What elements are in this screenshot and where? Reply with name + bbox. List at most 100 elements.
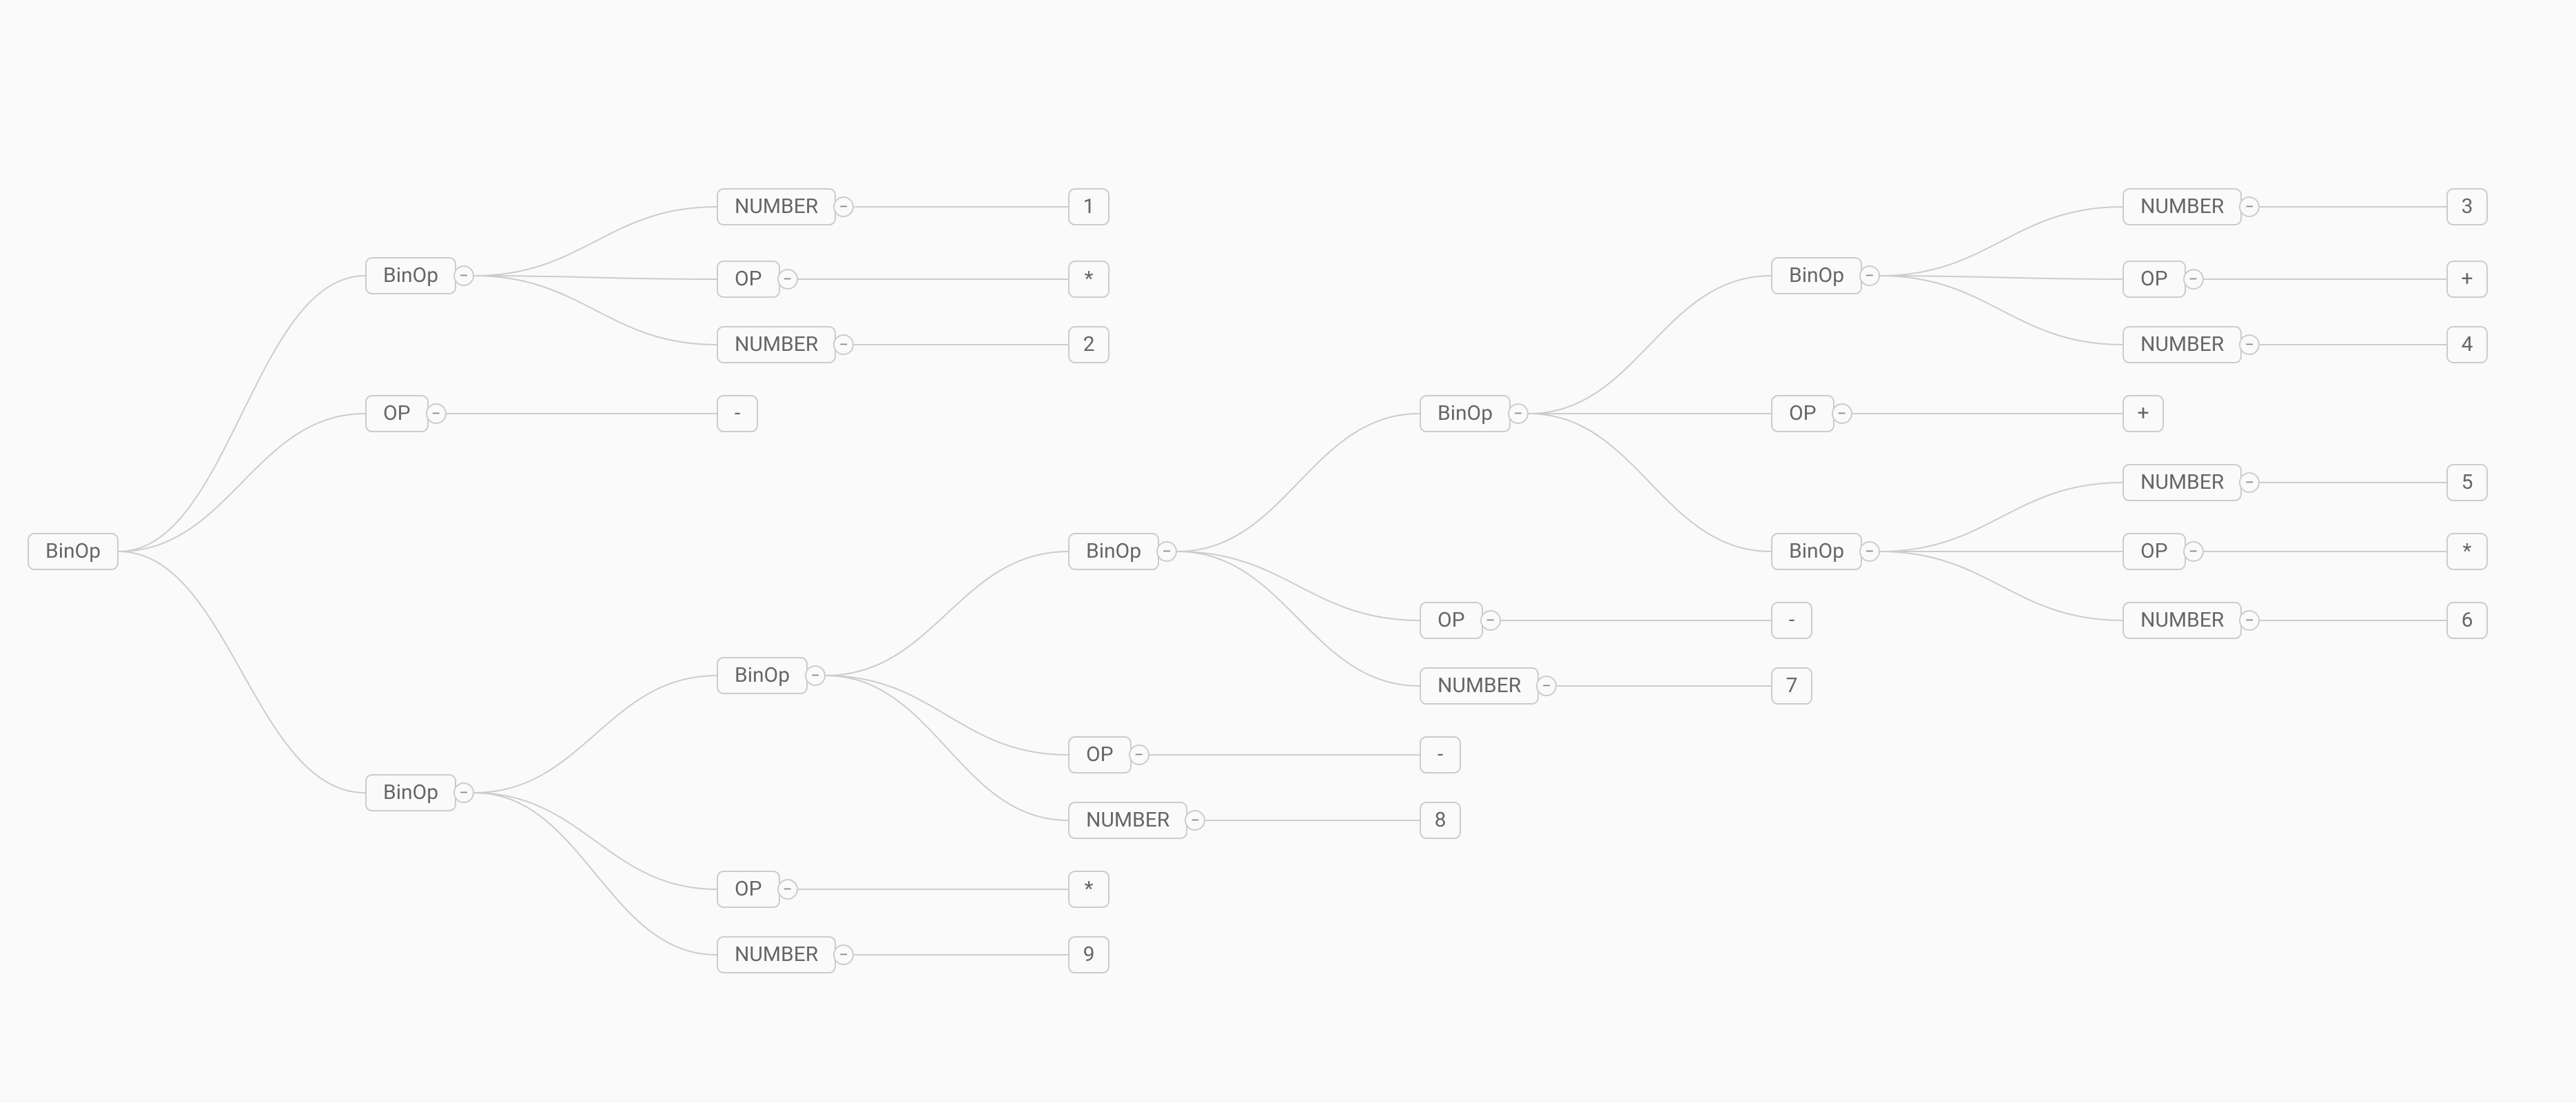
collapse-toggle-icon[interactable]: − — [833, 334, 854, 355]
collapse-toggle-icon[interactable]: − — [1832, 403, 1852, 424]
tree-node-opAB: OP− — [365, 395, 447, 432]
tree-node-label: OP — [1771, 395, 1834, 432]
tree-node-value: 5 — [2446, 464, 2488, 501]
collapse-toggle-icon[interactable]: − — [1129, 745, 1149, 765]
tree-node-value: 6 — [2446, 602, 2488, 639]
collapse-toggle-icon[interactable]: − — [1859, 541, 1880, 562]
tree-node-B1a1an: NUMBER− — [2123, 188, 2260, 225]
tree-node-value: + — [2123, 395, 2164, 432]
collapse-toggle-icon[interactable]: − — [2239, 334, 2260, 355]
tree-node-label: NUMBER — [2123, 326, 2242, 363]
collapse-toggle-icon[interactable]: − — [2183, 269, 2204, 290]
tree-node-label: OP — [2123, 261, 2186, 298]
tree-node-label: BinOp — [1771, 533, 1862, 570]
tree-node-B1a3v: 7 — [1771, 667, 1812, 705]
collapse-toggle-icon[interactable]: − — [833, 196, 854, 217]
tree-node-label: BinOp — [1420, 395, 1511, 432]
tree-node-B1cv: 8 — [1420, 802, 1461, 839]
tree-node-B1a2: OP− — [1420, 602, 1501, 639]
collapse-toggle-icon[interactable]: − — [426, 403, 447, 424]
collapse-toggle-icon[interactable]: − — [453, 782, 474, 803]
tree-node-B1a1cn: NUMBER− — [2123, 464, 2260, 501]
tree-node-B1a1co: OP− — [2123, 533, 2204, 570]
tree-node-B1a1cmv: 6 — [2446, 602, 2488, 639]
tree-node-B1a3: NUMBER− — [1420, 667, 1557, 705]
tree-node-label: NUMBER — [2123, 602, 2242, 639]
collapse-toggle-icon[interactable]: − — [1156, 541, 1177, 562]
tree-node-B1a1a: BinOp− — [1771, 257, 1880, 294]
collapse-toggle-icon[interactable]: − — [1480, 610, 1501, 631]
tree-node-B1a1amv: 4 — [2446, 326, 2488, 363]
tree-node-B1b: OP− — [1068, 736, 1149, 773]
collapse-toggle-icon[interactable]: − — [1508, 403, 1529, 424]
tree-node-B1a1b: OP− — [1771, 395, 1852, 432]
tree-node-B1bv: - — [1420, 736, 1461, 773]
tree-node-label: NUMBER — [2123, 464, 2242, 501]
tree-node-B1a1anv: 3 — [2446, 188, 2488, 225]
collapse-toggle-icon[interactable]: − — [777, 879, 798, 900]
tree-node-B3: NUMBER− — [717, 936, 854, 973]
tree-node-label: NUMBER — [717, 936, 836, 973]
tree-node-A1v: 1 — [1068, 188, 1110, 225]
collapse-toggle-icon[interactable]: − — [1859, 265, 1880, 286]
tree-node-label: BinOp — [1068, 533, 1159, 570]
collapse-toggle-icon[interactable]: − — [2239, 472, 2260, 493]
tree-node-label: NUMBER — [717, 188, 836, 225]
tree-node-B1a1cm: NUMBER− — [2123, 602, 2260, 639]
tree-node-B1a1cnv: 5 — [2446, 464, 2488, 501]
tree-node-label: BinOp — [365, 257, 456, 294]
tree-node-label: NUMBER — [1420, 667, 1539, 705]
tree-node-B1a1cov: * — [2446, 533, 2488, 570]
tree-node-value: - — [717, 395, 758, 432]
tree-node-B2v: * — [1068, 871, 1110, 908]
tree-node-B1a1c: BinOp− — [1771, 533, 1880, 570]
tree-node-label: OP — [1420, 602, 1483, 639]
collapse-toggle-icon[interactable]: − — [805, 665, 826, 686]
tree-node-label: BinOp — [365, 774, 456, 811]
tree-node-B1a1: BinOp− — [1420, 395, 1529, 432]
tree-node-value: + — [2446, 261, 2488, 298]
collapse-toggle-icon[interactable]: − — [2239, 196, 2260, 217]
tree-node-label: NUMBER — [1068, 802, 1187, 839]
tree-node-label: OP — [2123, 533, 2186, 570]
tree-node-label: OP — [365, 395, 429, 432]
tree-node-B2: OP− — [717, 871, 798, 908]
tree-node-B1a2v: - — [1771, 602, 1812, 639]
tree-node-value: 1 — [1068, 188, 1110, 225]
tree-node-value: - — [1771, 602, 1812, 639]
tree-node-B1c: NUMBER− — [1068, 802, 1205, 839]
tree-node-label: NUMBER — [717, 326, 836, 363]
tree-node-B1: BinOp− — [717, 657, 826, 694]
tree-node-label: BinOp — [717, 657, 808, 694]
tree-node-A3v: 2 — [1068, 326, 1110, 363]
tree-node-label: OP — [1068, 736, 1132, 773]
tree-node-value: 4 — [2446, 326, 2488, 363]
tree-node-value: - — [1420, 736, 1461, 773]
tree-node-B1a1bv: + — [2123, 395, 2164, 432]
tree-node-label: BinOp — [28, 533, 119, 570]
tree-node-label: BinOp — [1771, 257, 1862, 294]
tree-node-value: 8 — [1420, 802, 1461, 839]
collapse-toggle-icon[interactable]: − — [833, 944, 854, 965]
tree-node-B1a: BinOp− — [1068, 533, 1177, 570]
tree-node-A2: OP− — [717, 261, 798, 298]
tree-node-value: 2 — [1068, 326, 1110, 363]
tree-node-label: OP — [717, 261, 780, 298]
tree-node-B3v: 9 — [1068, 936, 1110, 973]
tree-node-value: 9 — [1068, 936, 1110, 973]
tree-node-value: 7 — [1771, 667, 1812, 705]
collapse-toggle-icon[interactable]: − — [2239, 610, 2260, 631]
collapse-toggle-icon[interactable]: − — [453, 265, 474, 286]
tree-node-A2v: * — [1068, 261, 1110, 298]
collapse-toggle-icon[interactable]: − — [2183, 541, 2204, 562]
tree-node-root: BinOp — [28, 533, 119, 570]
tree-node-B: BinOp− — [365, 774, 474, 811]
tree-node-B1a1am: NUMBER− — [2123, 326, 2260, 363]
tree-node-B1a1ao: OP− — [2123, 261, 2204, 298]
collapse-toggle-icon[interactable]: − — [1536, 676, 1557, 696]
collapse-toggle-icon[interactable]: − — [777, 269, 798, 290]
tree-node-value: * — [2446, 533, 2488, 570]
tree-node-label: NUMBER — [2123, 188, 2242, 225]
tree-node-value: * — [1068, 261, 1110, 298]
collapse-toggle-icon[interactable]: − — [1185, 810, 1205, 831]
